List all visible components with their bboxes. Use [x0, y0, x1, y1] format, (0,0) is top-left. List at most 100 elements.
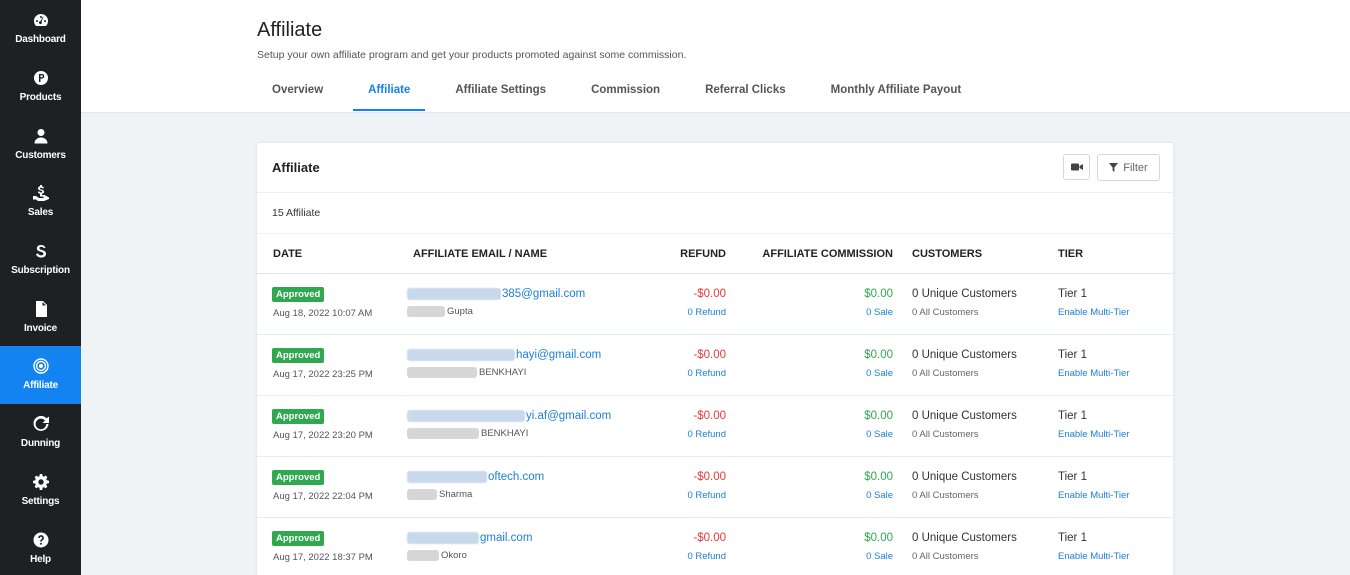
page-subtitle: Setup your own affiliate program and get… — [257, 49, 687, 61]
refund-link[interactable]: 0 Refund — [687, 307, 726, 318]
sidebar-item-dashboard[interactable]: Dashboard — [0, 0, 81, 58]
email-visible: yi.af@gmail.com — [526, 410, 612, 423]
sale-link[interactable]: 0 Sale — [866, 368, 893, 379]
enable-multi-tier-link[interactable]: Enable Multi-Tier — [1058, 551, 1129, 562]
all-customers: 0 All Customers — [912, 429, 979, 440]
enable-multi-tier-link[interactable]: Enable Multi-Tier — [1058, 307, 1129, 318]
refund-amount: -$0.00 — [693, 349, 726, 361]
affiliate-email[interactable]: gmail.com — [407, 532, 532, 544]
name-visible: BENKHAYI — [479, 367, 527, 379]
affiliate-icon — [32, 358, 49, 375]
tab-monthly-affiliate-payout[interactable]: Monthly Affiliate Payout — [816, 72, 977, 111]
email-visible: hayi@gmail.com — [516, 349, 602, 362]
user-icon — [33, 128, 49, 144]
help-icon — [33, 532, 49, 548]
filter-label: Filter — [1123, 161, 1148, 174]
affiliate-email[interactable]: oftech.com — [407, 471, 544, 483]
tab-overview[interactable]: Overview — [257, 72, 338, 111]
sidebar-item-customers[interactable]: Customers — [0, 115, 81, 173]
refund-link[interactable]: 0 Refund — [687, 368, 726, 379]
column-header-tier: TIER — [1058, 248, 1084, 260]
status-badge: Approved — [272, 287, 325, 302]
gauge-icon — [33, 12, 49, 28]
tier-label: Tier 1 — [1058, 349, 1087, 361]
refund-link[interactable]: 0 Refund — [687, 490, 726, 501]
sale-link[interactable]: 0 Sale — [866, 429, 893, 440]
sidebar-item-label: Dashboard — [15, 34, 66, 46]
sidebar-item-settings[interactable]: Settings — [0, 462, 81, 520]
refresh-icon — [33, 416, 49, 432]
redacted-name-prefix — [407, 428, 479, 439]
affiliate-count: 15 Affiliate — [257, 193, 1173, 234]
table-row[interactable]: Approved Aug 17, 2022 18:37 PM gmail.com… — [257, 518, 1173, 575]
table-row[interactable]: Approved Aug 18, 2022 10:07 AM 385@gmail… — [257, 274, 1173, 335]
tab-affiliate-settings[interactable]: Affiliate Settings — [440, 72, 561, 111]
sidebar-item-subscription[interactable]: Subscription — [0, 231, 81, 289]
refund-link[interactable]: 0 Refund — [687, 551, 726, 562]
all-customers: 0 All Customers — [912, 368, 979, 379]
table-row[interactable]: Approved Aug 17, 2022 23:25 PM hayi@gmai… — [257, 335, 1173, 396]
table-header: DATE AFFILIATE EMAIL / NAME REFUND AFFIL… — [257, 234, 1173, 274]
tab-commission[interactable]: Commission — [576, 72, 675, 111]
commission-amount: $0.00 — [864, 410, 893, 422]
sale-link[interactable]: 0 Sale — [866, 490, 893, 501]
card-title: Affiliate — [272, 160, 320, 175]
tier-label: Tier 1 — [1058, 471, 1087, 483]
refund-link[interactable]: 0 Refund — [687, 429, 726, 440]
refund-amount: -$0.00 — [693, 288, 726, 300]
sidebar-item-help[interactable]: Help — [0, 519, 81, 575]
commission-amount: $0.00 — [864, 288, 893, 300]
page-title: Affiliate — [257, 19, 323, 41]
invoice-icon — [33, 300, 49, 317]
sidebar-item-label: Affiliate — [23, 380, 58, 392]
sale-link[interactable]: 0 Sale — [866, 551, 893, 562]
affiliate-name: BENKHAYI — [407, 367, 526, 378]
sidebar-item-label: Help — [30, 553, 51, 565]
row-date: Aug 17, 2022 22:04 PM — [273, 491, 373, 502]
redacted-email-prefix — [407, 288, 501, 300]
tier-label: Tier 1 — [1058, 288, 1087, 300]
video-button[interactable] — [1063, 154, 1090, 180]
affiliate-name: Sharma — [407, 489, 472, 500]
sidebar-item-label: Dunning — [20, 438, 61, 450]
sidebar-item-products[interactable]: Products — [0, 58, 81, 116]
affiliate-email[interactable]: hayi@gmail.com — [407, 349, 601, 361]
sidebar-item-label: Sales — [27, 207, 54, 219]
refund-amount: -$0.00 — [693, 471, 726, 483]
sidebar-item-dunning[interactable]: Dunning — [0, 404, 81, 462]
sale-link[interactable]: 0 Sale — [866, 307, 893, 318]
table-row[interactable]: Approved Aug 17, 2022 23:20 PM yi.af@gma… — [257, 396, 1173, 457]
commission-amount: $0.00 — [864, 471, 893, 483]
sidebar-item-label: Subscription — [11, 265, 70, 277]
all-customers: 0 All Customers — [912, 490, 979, 501]
commission-amount: $0.00 — [864, 349, 893, 361]
sidebar-item-sales[interactable]: Sales — [0, 173, 81, 231]
sidebar-item-invoice[interactable]: Invoice — [0, 288, 81, 346]
unique-customers: 0 Unique Customers — [912, 532, 1017, 544]
filter-button[interactable]: Filter — [1097, 154, 1160, 181]
all-customers: 0 All Customers — [912, 307, 979, 318]
name-visible: Sharma — [439, 489, 473, 501]
tab-affiliate[interactable]: Affiliate — [353, 72, 426, 111]
refund-amount: -$0.00 — [693, 532, 726, 544]
sidebar-item-affiliate[interactable]: Affiliate — [0, 346, 81, 404]
redacted-name-prefix — [407, 489, 437, 500]
subscription-icon — [33, 243, 49, 259]
affiliate-name: Okoro — [407, 550, 467, 561]
page-header: Affiliate Setup your own affiliate progr… — [81, 0, 1350, 113]
email-visible: oftech.com — [488, 471, 545, 484]
unique-customers: 0 Unique Customers — [912, 288, 1017, 300]
affiliate-email[interactable]: 385@gmail.com — [407, 288, 585, 300]
tab-referral-clicks[interactable]: Referral Clicks — [690, 72, 801, 111]
affiliate-email[interactable]: yi.af@gmail.com — [407, 410, 611, 422]
enable-multi-tier-link[interactable]: Enable Multi-Tier — [1058, 429, 1129, 440]
affiliate-card: Affiliate Filter 15 Affiliate DATE AFFIL… — [256, 142, 1174, 575]
column-header-commission: AFFILIATE COMMISSION — [762, 248, 893, 260]
enable-multi-tier-link[interactable]: Enable Multi-Tier — [1058, 368, 1129, 379]
enable-multi-tier-link[interactable]: Enable Multi-Tier — [1058, 490, 1129, 501]
status-badge: Approved — [272, 531, 325, 546]
table-row[interactable]: Approved Aug 17, 2022 22:04 PM oftech.co… — [257, 457, 1173, 518]
all-customers: 0 All Customers — [912, 551, 979, 562]
video-camera-icon — [1070, 163, 1083, 171]
sidebar-item-label: Customers — [15, 149, 66, 161]
